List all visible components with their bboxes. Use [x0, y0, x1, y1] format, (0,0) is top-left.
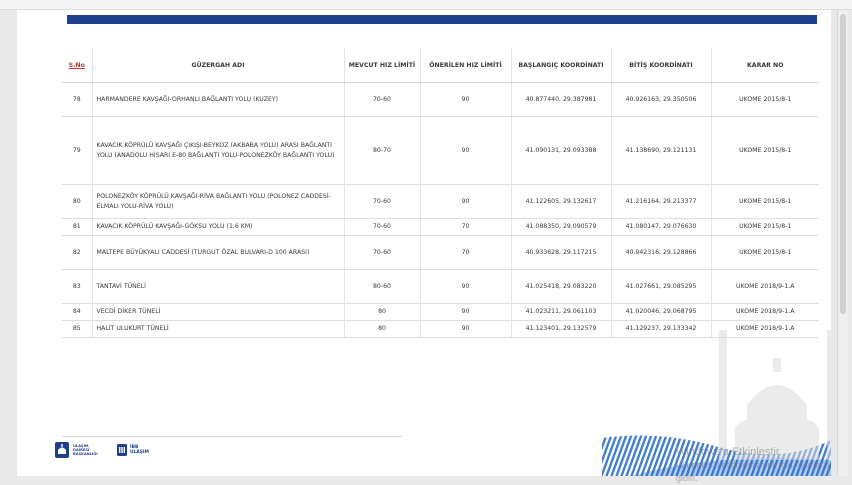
- header-start-coordinate: BAŞLANGIÇ KOORDİNATI: [511, 48, 612, 83]
- table-row: 84 VECDİ DİKER TÜNELİ 80 90 41.023211, 29.06…: [62, 303, 819, 321]
- cell-sno: 81: [62, 218, 93, 236]
- header-bar: [67, 15, 817, 24]
- windows-activation-watermark: Windows'u Etkinleştir Windows'u etkinleş…: [676, 446, 852, 485]
- cell-route-name: VECDİ DİKER TÜNELİ: [92, 303, 345, 321]
- cell-sno: 80: [62, 184, 93, 219]
- cell-route-name: POLONEZKÖY KÖPRÜLÜ KAVŞAĞI-RİVA BAĞLANTI…: [92, 184, 345, 219]
- cell-proposed-speed: 70: [420, 235, 512, 270]
- cell-sno: 79: [62, 116, 93, 185]
- header-route-name: GÜZERGAH ADI: [92, 48, 345, 83]
- cell-proposed-speed: 90: [420, 320, 512, 338]
- ibb-logo-icon: [117, 444, 127, 456]
- activation-subtitle: Windows'u etkinleştirmek için Ayarlar'a …: [676, 460, 830, 483]
- cell-route-name: KAVACIK KÖPRÜLÜ KAVŞAĞI ÇIKIŞI-BEYKOZ (A…: [92, 116, 345, 185]
- table-row: 81 KAVACIK KÖPRÜLÜ KAVŞAĞI-GÖKSU YOLU (1,…: [62, 218, 819, 236]
- cell-sno: 84: [62, 303, 93, 321]
- cell-sno: 82: [62, 235, 93, 270]
- table-body: 78 HARMANDERE KAVŞAĞI-ORHANLI BAĞLANTI YO…: [62, 82, 819, 338]
- cell-end-coordinate: 41.216164, 29.213377: [611, 184, 712, 219]
- cell-proposed-speed: 90: [420, 303, 512, 321]
- vertical-scrollbar[interactable]: [837, 10, 848, 476]
- cell-decision-no: UKOME 2015/8-1: [711, 218, 819, 236]
- cell-start-coordinate: 40.877440, 29.387981: [511, 82, 612, 117]
- cell-sno: 78: [62, 82, 93, 117]
- cell-current-speed: 70-60: [344, 184, 421, 219]
- cell-decision-no: UKOME 2015/8-1: [711, 82, 819, 117]
- table-header-row: S.No GÜZERGAH ADI MEVCUT HIZ LİMİTİ ÖNER…: [62, 48, 819, 83]
- ibb-logo-line2: ULAŞIM: [130, 450, 149, 455]
- cell-end-coordinate: 41.138690, 29.121131: [611, 116, 712, 185]
- header-sno: S.No: [62, 48, 93, 83]
- cell-decision-no: UKOME 2015/8-1: [711, 116, 819, 185]
- document-slide: S.No GÜZERGAH ADI MEVCUT HIZ LİMİTİ ÖNER…: [17, 10, 831, 476]
- cell-end-coordinate: 41.020046, 29.068795: [611, 303, 712, 321]
- cell-current-speed: 80: [344, 320, 421, 338]
- cell-decision-no: UKOME 2015/8-1: [711, 184, 819, 219]
- cell-start-coordinate: 41.090131, 29.093388: [511, 116, 612, 185]
- table-row: 80 POLONEZKÖY KÖPRÜLÜ KAVŞAĞI-RİVA BAĞLAN…: [62, 184, 819, 219]
- cell-proposed-speed: 90: [420, 82, 512, 117]
- window-top-strip: [0, 0, 852, 10]
- cell-proposed-speed: 90: [420, 184, 512, 219]
- cell-current-speed: 70-60: [344, 235, 421, 270]
- mosque-emblem-icon: [55, 442, 69, 458]
- transport-department-logo: ULAŞIM DAİRESİ BAŞKANLIĞI: [55, 442, 99, 458]
- footer-divider: [62, 436, 402, 437]
- table-row: 78 HARMANDERE KAVŞAĞI-ORHANLI BAĞLANTI YO…: [62, 82, 819, 117]
- cell-proposed-speed: 70: [420, 218, 512, 236]
- cell-current-speed: 80-60: [344, 269, 421, 304]
- header-proposed-speed: ÖNERİLEN HIZ LİMİTİ: [420, 48, 512, 83]
- cell-decision-no: UKOME 2018/9-1.A: [711, 269, 819, 304]
- cell-current-speed: 80-70: [344, 116, 421, 185]
- cell-current-speed: 80: [344, 303, 421, 321]
- cell-proposed-speed: 90: [420, 116, 512, 185]
- cell-end-coordinate: 41.027661, 29.085295: [611, 269, 712, 304]
- cell-route-name: TANTAVİ TÜNELİ: [92, 269, 345, 304]
- activation-title: Windows'u Etkinleştir: [676, 446, 780, 458]
- table-row: 82 MALTEPE BÜYÜKYALI CADDESİ (TURGUT ÖZAL…: [62, 235, 819, 270]
- cell-end-coordinate: 40.942316, 29.128866: [611, 235, 712, 270]
- cell-current-speed: 70-60: [344, 82, 421, 117]
- header-end-coordinate: BİTİŞ KOORDİNATI: [611, 48, 712, 83]
- cell-sno: 83: [62, 269, 93, 304]
- cell-end-coordinate: 41.080147, 29.076630: [611, 218, 712, 236]
- cell-start-coordinate: 41.123401, 29.132579: [511, 320, 612, 338]
- cell-route-name: HALİT ULUKURT TÜNELİ: [92, 320, 345, 338]
- scrollbar-thumb[interactable]: [840, 14, 846, 314]
- cell-sno: 85: [62, 320, 93, 338]
- cell-current-speed: 70-60: [344, 218, 421, 236]
- header-decision-no: KARAR NO: [711, 48, 819, 83]
- cell-start-coordinate: 41.023211, 29.061103: [511, 303, 612, 321]
- cell-end-coordinate: 41.129237, 29.133342: [611, 320, 712, 338]
- cell-start-coordinate: 41.122605, 29.132617: [511, 184, 612, 219]
- table-row: 79 KAVACIK KÖPRÜLÜ KAVŞAĞI ÇIKIŞI-BEYKOZ …: [62, 116, 819, 185]
- transport-department-logo-text: ULAŞIM DAİRESİ BAŞKANLIĞI: [73, 443, 98, 457]
- cell-start-coordinate: 41.088350, 29.090579: [511, 218, 612, 236]
- header-current-speed: MEVCUT HIZ LİMİTİ: [344, 48, 421, 83]
- cell-route-name: MALTEPE BÜYÜKYALI CADDESİ (TURGUT ÖZAL B…: [92, 235, 345, 270]
- cell-decision-no: UKOME 2015/8-1: [711, 235, 819, 270]
- cell-proposed-speed: 90: [420, 269, 512, 304]
- table-row: 83 TANTAVİ TÜNELİ 80-60 90 41.025418, 29.083…: [62, 269, 819, 304]
- speed-limit-table: S.No GÜZERGAH ADI MEVCUT HIZ LİMİTİ ÖNER…: [62, 48, 819, 338]
- cell-route-name: HARMANDERE KAVŞAĞI-ORHANLI BAĞLANTI YOLU…: [92, 82, 345, 117]
- cell-end-coordinate: 40.926163, 29.350506: [611, 82, 712, 117]
- table-row: 85 HALİT ULUKURT TÜNELİ 80 90 41.123401, 29.…: [62, 320, 819, 338]
- cell-start-coordinate: 41.025418, 29.083220: [511, 269, 612, 304]
- cell-route-name: KAVACIK KÖPRÜLÜ KAVŞAĞI-GÖKSU YOLU (1,6 …: [92, 218, 345, 236]
- ibb-ulasim-logo: İBB ULAŞIM: [117, 444, 149, 456]
- cell-start-coordinate: 40.933628, 29.117215: [511, 235, 612, 270]
